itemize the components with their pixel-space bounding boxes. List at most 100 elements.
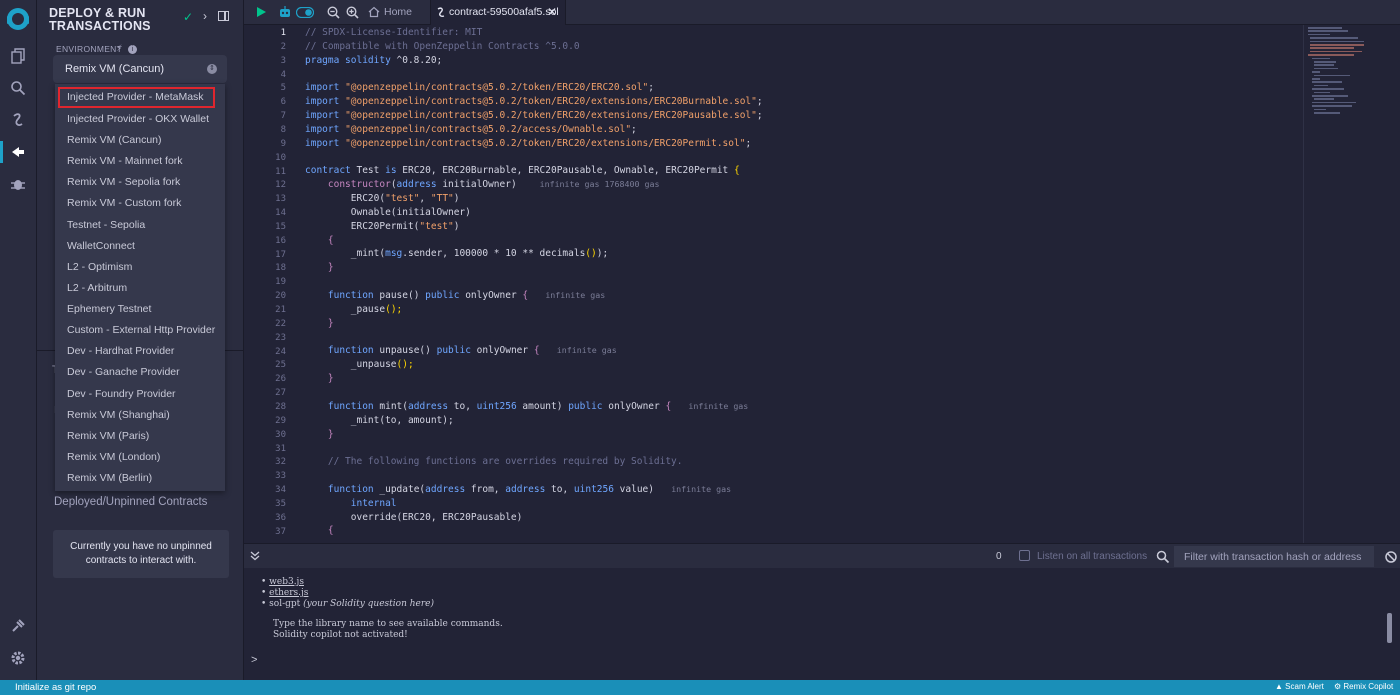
deploy-run-icon[interactable]: [8, 142, 28, 162]
env-option[interactable]: Injected Provider - OKX Wallet: [55, 109, 225, 130]
env-option[interactable]: Dev - Hardhat Provider: [55, 341, 225, 362]
code-line: {: [327, 525, 334, 536]
minimap-line: [1314, 98, 1334, 100]
terminal-output[interactable]: • web3.js • ethers.js • sol-gpt (your So…: [244, 568, 1400, 680]
code-line: import "@openzeppelin/contracts@5.0.2/to…: [305, 138, 752, 149]
close-tab-icon[interactable]: ✕: [547, 0, 557, 25]
autocomplete-toggle[interactable]: [296, 5, 314, 19]
env-option[interactable]: Custom - External Http Provider: [55, 320, 225, 341]
env-option[interactable]: Testnet - Sepolia: [55, 215, 225, 236]
web3-link[interactable]: web3.js: [269, 577, 304, 587]
remix-logo-icon[interactable]: [4, 5, 32, 33]
check-icon: ✓: [183, 10, 194, 24]
tab-home[interactable]: Home: [368, 0, 430, 25]
code-line: function pause() public onlyOwner { infi…: [327, 290, 606, 301]
gas-estimate: infinite gas: [688, 401, 749, 411]
env-option[interactable]: Remix VM - Custom fork: [55, 193, 225, 214]
listen-checkbox[interactable]: [1019, 550, 1030, 561]
env-option[interactable]: Dev - Ganache Provider: [55, 362, 225, 383]
tab-contract-file[interactable]: contract-59500afaf5.sol ✕: [430, 0, 566, 25]
line-number-gutter: 1 2 3 4 5 6 7 8 9 10 11 12 13 14 15 16 17 18 19 20 21 22 23 24 2…: [244, 25, 302, 543]
line-number: 12: [275, 180, 286, 191]
collapse-terminal-icon[interactable]: [250, 551, 260, 561]
terminal-scrollbar[interactable]: [1387, 568, 1394, 648]
minimap-line: [1308, 54, 1354, 56]
tab-file-label: contract-59500afaf5.sol: [449, 6, 559, 18]
env-option[interactable]: Remix VM (Cancun): [55, 130, 225, 151]
debugger-icon[interactable]: [8, 174, 28, 194]
line-number: 2: [280, 41, 286, 52]
search-icon[interactable]: [1156, 550, 1170, 564]
line-number: 4: [280, 69, 286, 80]
no-contracts-notice: Currently you have no unpinned contracts…: [53, 530, 229, 578]
plugin-manager-icon[interactable]: [8, 616, 28, 636]
zoom-out-icon[interactable]: [326, 5, 340, 19]
minimap-line: [1312, 88, 1344, 90]
minimap-line: [1314, 61, 1336, 63]
chevron-right-icon[interactable]: ›: [203, 9, 207, 23]
tx-filter-input[interactable]: [1174, 546, 1374, 567]
line-number: 33: [275, 471, 286, 482]
env-option[interactable]: Dev - Foundry Provider: [55, 384, 225, 405]
env-option[interactable]: Ephemery Testnet: [55, 299, 225, 320]
scam-alert-link[interactable]: ▲ Scam Alert: [1275, 682, 1324, 691]
terminal-line: • ethers.js: [261, 588, 309, 598]
deployed-contracts-label: Deployed/Unpinned Contracts: [54, 496, 208, 508]
terminal-line: Solidity copilot not activated!: [273, 630, 408, 640]
solidity-compiler-icon[interactable]: [8, 110, 28, 130]
env-option[interactable]: Remix VM (Shanghai): [55, 405, 225, 426]
env-option[interactable]: WalletConnect: [55, 236, 225, 257]
environment-select[interactable]: Remix VM (Cancun) ⇕: [53, 55, 227, 83]
code-editor[interactable]: 1 2 3 4 5 6 7 8 9 10 11 12 13 14 15 16 17 18 19 20 21 22 23 24 2…: [244, 25, 1400, 543]
env-option-metamask[interactable]: Injected Provider - MetaMask: [58, 87, 215, 108]
zoom-in-icon[interactable]: [345, 5, 359, 19]
code-line: contract Test is ERC20, ERC20Burnable, E…: [305, 165, 740, 176]
minimap-line: [1308, 30, 1348, 32]
code-line: function mint(address to, uint256 amount…: [327, 401, 749, 412]
code-line: internal: [350, 498, 397, 509]
dock-panel-icon[interactable]: [218, 11, 229, 21]
env-option[interactable]: Remix VM - Mainnet fork: [55, 151, 225, 172]
gas-estimate: infinite gas 1768400 gas: [539, 179, 660, 189]
terminal-prompt[interactable]: >: [251, 654, 257, 666]
line-number: 19: [275, 277, 286, 288]
settings-gear-icon[interactable]: [8, 648, 28, 668]
pending-tx-count: 0: [996, 551, 1002, 562]
scrollbar-thumb[interactable]: [1387, 613, 1392, 643]
editor-scroll-track[interactable]: [1303, 25, 1304, 543]
gas-estimate: infinite gas: [545, 290, 606, 300]
clear-console-icon[interactable]: [1384, 550, 1398, 564]
line-number: 23: [275, 332, 286, 343]
ethers-link[interactable]: ethers.js: [269, 588, 308, 598]
run-play-icon[interactable]: [254, 5, 268, 19]
code-line: import "@openzeppelin/contracts@5.0.2/to…: [305, 82, 654, 93]
ai-robot-icon[interactable]: [278, 5, 292, 19]
minimap-line: [1312, 105, 1352, 107]
search-icon[interactable]: [8, 78, 28, 98]
env-option[interactable]: Remix VM (London): [55, 447, 225, 468]
file-explorer-icon[interactable]: [8, 46, 28, 66]
code-line: _unpause();: [350, 359, 414, 370]
listen-label: Listen on all transactions: [1037, 551, 1148, 562]
minimap-line: [1314, 108, 1326, 111]
env-option[interactable]: Remix VM (Paris): [55, 426, 225, 447]
code-minimap[interactable]: [1306, 25, 1366, 135]
git-init-link[interactable]: Initialize as git repo: [15, 682, 96, 693]
code-line: }: [327, 373, 334, 384]
code-line: }: [327, 318, 334, 329]
code-line: ERC20Permit("test"): [350, 221, 460, 232]
scam-alert-label: Scam Alert: [1285, 682, 1324, 691]
remix-copilot-link[interactable]: ⚙ Remix Copilot: [1334, 682, 1393, 691]
line-number: 36: [275, 512, 286, 523]
copilot-label: Remix Copilot: [1343, 682, 1394, 691]
terminal-line: • web3.js: [261, 577, 304, 587]
line-number: 22: [275, 318, 286, 329]
info-icon[interactable]: i: [127, 45, 137, 54]
env-option[interactable]: Remix VM (Berlin): [55, 468, 225, 489]
line-number: 17: [275, 249, 286, 260]
env-option[interactable]: L2 - Arbitrum: [55, 278, 225, 299]
code-line: override(ERC20, ERC20Pausable): [350, 512, 523, 523]
env-option[interactable]: L2 - Optimism: [55, 257, 225, 278]
alert-icon: ▲: [1275, 682, 1283, 691]
env-option[interactable]: Remix VM - Sepolia fork: [55, 172, 225, 193]
